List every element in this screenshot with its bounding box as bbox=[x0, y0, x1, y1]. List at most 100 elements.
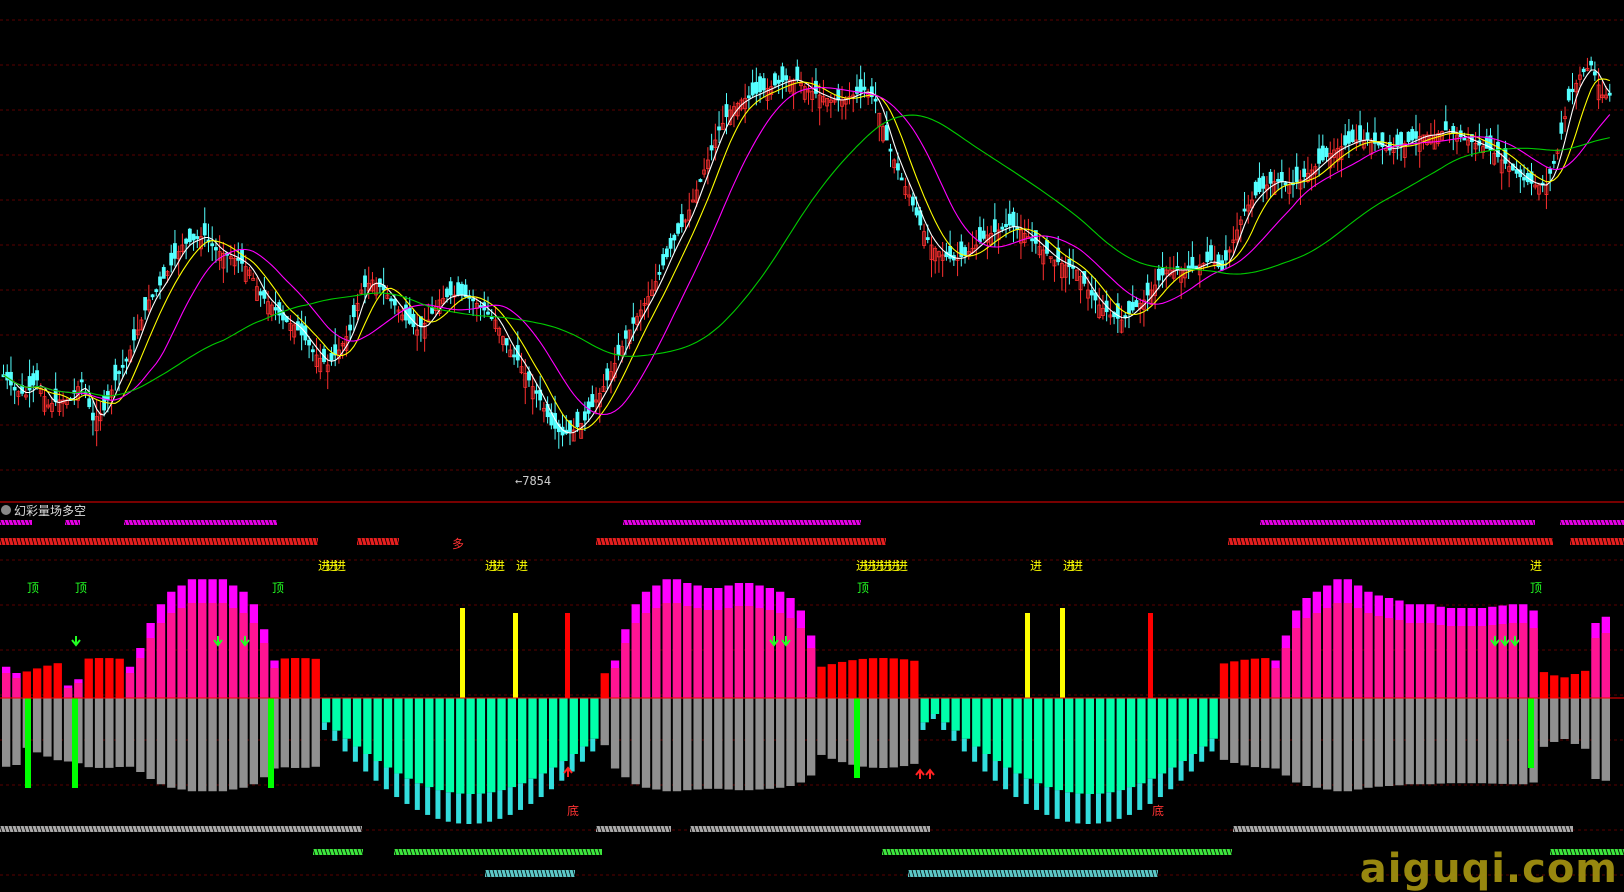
candle-body bbox=[169, 252, 174, 266]
pink-bar bbox=[198, 603, 207, 698]
candle-body bbox=[746, 95, 751, 99]
cyan-bar bbox=[435, 790, 441, 819]
long-marker-label: 多 bbox=[452, 537, 464, 551]
cyan-bar bbox=[538, 773, 544, 798]
top-marker-label: 顶 bbox=[27, 581, 39, 595]
gray-bar bbox=[1219, 698, 1229, 760]
pink-bar bbox=[239, 613, 248, 698]
pink-bar bbox=[734, 606, 744, 698]
ma-mid-line bbox=[3, 78, 1610, 430]
candle-body bbox=[210, 243, 215, 247]
candle-body bbox=[154, 289, 159, 293]
gray-bar bbox=[1539, 698, 1549, 747]
pink-bar bbox=[714, 610, 723, 698]
aqua-bar bbox=[332, 698, 341, 731]
candle-body bbox=[1067, 258, 1072, 268]
red-bar bbox=[115, 658, 124, 698]
pink-bar bbox=[1353, 608, 1363, 698]
pink-bar bbox=[652, 608, 661, 698]
candle-body bbox=[1324, 147, 1329, 158]
pink-bar bbox=[1343, 603, 1352, 698]
candle-body bbox=[1589, 60, 1594, 66]
cyan-bar bbox=[321, 722, 327, 730]
gray-bar bbox=[889, 698, 898, 768]
pink-bar bbox=[1271, 668, 1280, 698]
candle-body bbox=[1261, 176, 1266, 189]
aqua-bar bbox=[414, 698, 424, 784]
gray-bar bbox=[1230, 698, 1239, 763]
candle-body bbox=[672, 234, 677, 241]
aqua-bar bbox=[1178, 698, 1187, 762]
pink-bar bbox=[1364, 613, 1373, 698]
pink-bar bbox=[1508, 623, 1518, 698]
gray-bar bbox=[301, 698, 310, 768]
gray-bar bbox=[610, 698, 620, 769]
candle-body bbox=[1294, 166, 1299, 183]
candle-body bbox=[709, 145, 714, 151]
candle-body bbox=[1242, 208, 1247, 212]
candle-body bbox=[1399, 132, 1403, 146]
close-indicator-icon[interactable] bbox=[1, 505, 11, 515]
candle-body bbox=[1011, 211, 1016, 228]
candle-body bbox=[873, 98, 878, 102]
candle-body bbox=[896, 163, 900, 171]
candle-body bbox=[925, 237, 930, 241]
indicator-title-bar[interactable]: 幻彩量场多空 bbox=[0, 501, 86, 519]
pink-bar bbox=[1457, 626, 1466, 698]
candle-body bbox=[120, 364, 125, 368]
pink-bar bbox=[156, 623, 166, 698]
gray-bar bbox=[817, 698, 826, 755]
candle-body bbox=[1194, 265, 1198, 269]
candle-body bbox=[1317, 148, 1321, 164]
pink-bar bbox=[1488, 625, 1497, 698]
red-bar bbox=[105, 658, 114, 698]
gray-bar bbox=[146, 698, 155, 779]
candle-body bbox=[273, 307, 278, 311]
red-bar bbox=[22, 671, 31, 698]
candle-body bbox=[1343, 135, 1348, 146]
aqua-bar bbox=[590, 698, 599, 739]
pink-bar bbox=[1591, 638, 1600, 698]
candle-body bbox=[1000, 226, 1005, 230]
candle-body bbox=[910, 196, 915, 206]
pink-bar bbox=[146, 638, 155, 698]
pink-bar bbox=[1477, 626, 1487, 698]
candle-body bbox=[761, 78, 766, 91]
gray-bar bbox=[1333, 698, 1342, 792]
red-bar bbox=[600, 673, 609, 698]
gray-bar bbox=[734, 698, 744, 791]
candle-body bbox=[992, 219, 997, 233]
bottom-marker-label: 底 bbox=[1152, 803, 1164, 818]
pink-bar bbox=[12, 678, 21, 698]
gray-bar bbox=[311, 698, 320, 767]
aqua-bar bbox=[363, 698, 372, 754]
aqua-bar bbox=[383, 698, 393, 768]
gray-bar bbox=[1436, 698, 1445, 784]
cyan-bar bbox=[332, 730, 338, 741]
red-bar bbox=[910, 660, 919, 698]
gray-bar bbox=[1364, 698, 1373, 788]
aqua-bar bbox=[373, 698, 382, 762]
candlestick-series bbox=[1, 56, 1612, 449]
candle-body bbox=[1346, 131, 1351, 144]
aqua-bar bbox=[972, 698, 981, 747]
red-bar bbox=[1230, 661, 1239, 698]
candle-body bbox=[456, 282, 461, 296]
gray-bar bbox=[94, 698, 104, 768]
pink-bar bbox=[703, 610, 713, 698]
candle-body bbox=[981, 230, 986, 239]
gray-bar bbox=[1488, 698, 1497, 784]
gray-bar bbox=[43, 698, 52, 757]
signal-bar bbox=[1025, 613, 1030, 698]
candle-body bbox=[35, 370, 39, 381]
aqua-bar bbox=[930, 698, 940, 714]
aqua-bar bbox=[1168, 698, 1177, 768]
cyan-bar bbox=[425, 787, 431, 815]
cyan-bar bbox=[590, 738, 596, 752]
gray-bar bbox=[755, 698, 764, 790]
candle-body bbox=[1559, 122, 1564, 134]
gray-bar bbox=[1591, 698, 1600, 779]
gray-bar bbox=[1323, 698, 1332, 790]
pink-bar bbox=[1436, 625, 1445, 698]
pink-bar bbox=[125, 673, 135, 698]
